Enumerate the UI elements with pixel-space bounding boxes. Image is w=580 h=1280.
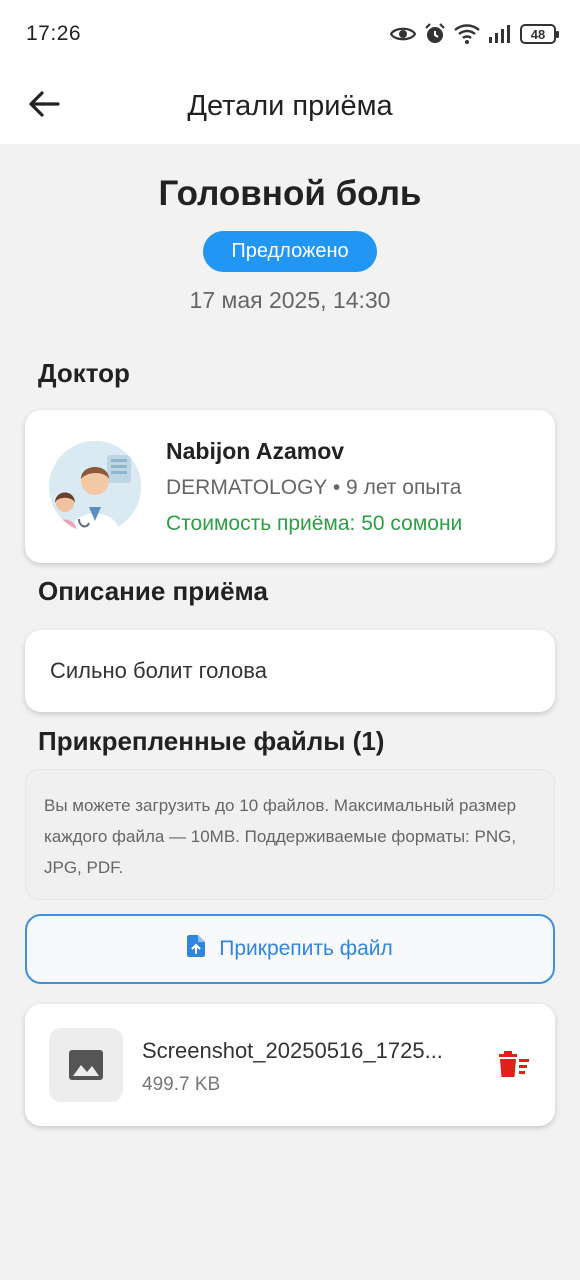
delete-file-button[interactable]: [493, 1048, 533, 1084]
file-upload-icon: [187, 935, 206, 963]
eye-icon: [390, 25, 416, 43]
status-badge: Предложено: [203, 231, 377, 272]
signal-icon: [488, 25, 512, 43]
wifi-icon: [454, 24, 480, 44]
attach-file-label: Прикрепить файл: [219, 937, 393, 960]
status-icons: 48: [390, 23, 559, 45]
doctor-specialty: DERMATOLOGY • 9 лет опыта: [166, 476, 462, 499]
status-bar: 17:26 48: [0, 0, 580, 68]
file-size: 499.7 KB: [142, 1074, 221, 1095]
app-bar: Детали приёма: [0, 68, 580, 144]
doctor-section-title: Доктор: [38, 358, 130, 388]
description-text: Сильно болит голова: [50, 658, 267, 683]
alarm-icon: [424, 23, 446, 45]
arrow-left-icon: [28, 90, 60, 123]
description-section-title: Описание приёма: [38, 576, 268, 606]
files-section-title: Прикрепленные файлы (1): [38, 726, 385, 756]
appointment-datetime: 17 мая 2025, 14:30: [189, 287, 391, 313]
doctor-card[interactable]: Nabijon Azamov DERMATOLOGY • 9 лет опыта…: [25, 410, 555, 563]
upload-info-box: Вы можете загрузить до 10 файлов. Максим…: [25, 769, 555, 900]
description-card: Сильно болит голова: [25, 630, 555, 712]
avatar: [49, 441, 141, 533]
page-title: Детали приёма: [187, 89, 393, 122]
battery-icon: 48: [520, 24, 559, 44]
delete-icon: [497, 1050, 529, 1082]
upload-info-text: Вы можете загрузить до 10 файлов. Максим…: [44, 796, 517, 877]
status-time: 17:26: [26, 22, 82, 45]
doctor-name: Nabijon Azamov: [166, 438, 345, 464]
appointment-price: Стоимость приёма: 50 сомони: [166, 512, 463, 535]
image-icon: [49, 1028, 123, 1102]
back-button[interactable]: [22, 84, 66, 128]
file-list-item[interactable]: Screenshot_20250516_1725... 499.7 KB: [25, 1004, 555, 1126]
appointment-title: Головной боль: [158, 174, 422, 213]
attach-file-button[interactable]: Прикрепить файл: [25, 914, 555, 984]
file-name: Screenshot_20250516_1725...: [142, 1038, 443, 1063]
